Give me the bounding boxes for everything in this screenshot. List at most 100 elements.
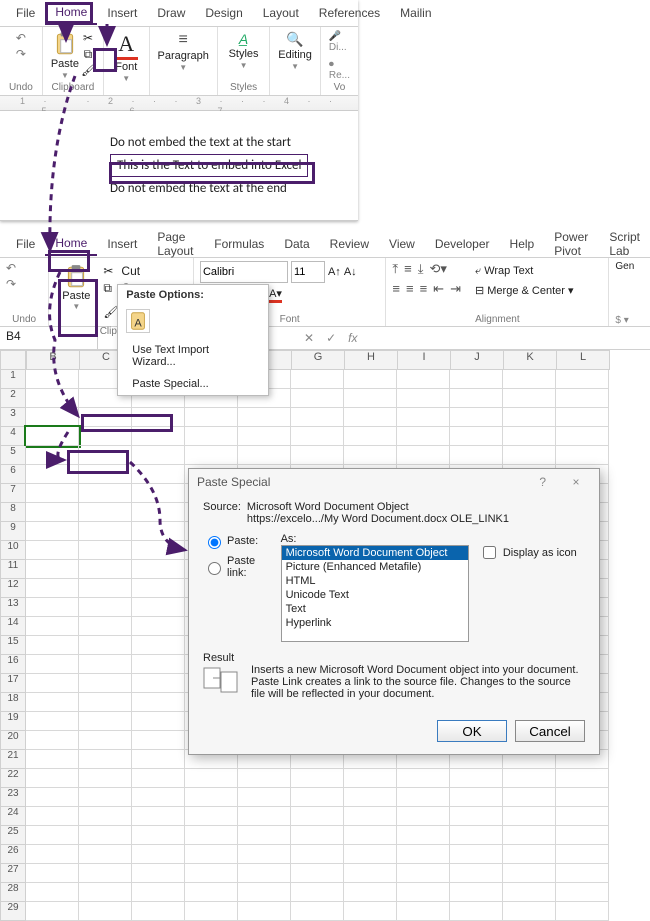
cell[interactable] (556, 845, 609, 864)
doc-line-3[interactable]: Do not embed the text at the end (110, 177, 358, 200)
column-header[interactable]: L (557, 350, 610, 370)
cell[interactable] (26, 541, 79, 560)
cell[interactable] (185, 446, 238, 465)
cell[interactable] (238, 446, 291, 465)
font-size-input[interactable] (291, 261, 325, 283)
align-bottom-icon[interactable]: ⤓ (418, 261, 424, 277)
row-header[interactable]: 7 (0, 484, 26, 503)
tab-insert[interactable]: Insert (97, 233, 147, 255)
paste-button[interactable]: Paste ▼ (55, 261, 97, 326)
cell[interactable] (26, 503, 79, 522)
tab-data[interactable]: Data (274, 233, 319, 255)
cell[interactable] (26, 750, 79, 769)
row-header[interactable]: 26 (0, 845, 26, 864)
cell[interactable] (132, 636, 185, 655)
enter-formula-icon[interactable]: ✓ (320, 331, 342, 345)
formula-bar-input[interactable] (363, 327, 650, 349)
cell[interactable] (344, 427, 397, 446)
as-listbox[interactable]: Microsoft Word Document Object Picture (… (281, 545, 469, 642)
cell[interactable] (79, 712, 132, 731)
cell[interactable] (26, 446, 79, 465)
align-left-icon[interactable]: ≡ (392, 281, 400, 297)
font-color-button[interactable]: A▾ (269, 287, 282, 303)
cell[interactable] (79, 826, 132, 845)
cell[interactable] (26, 522, 79, 541)
cell[interactable] (238, 807, 291, 826)
cell[interactable] (79, 636, 132, 655)
tab-review[interactable]: Review (320, 233, 379, 255)
cell[interactable] (503, 370, 556, 389)
cell[interactable] (79, 788, 132, 807)
tab-insert[interactable]: Insert (97, 2, 147, 24)
cell[interactable] (397, 883, 450, 902)
cell[interactable] (79, 750, 132, 769)
cell[interactable] (26, 579, 79, 598)
merge-center-button[interactable]: ⊟ Merge & Center ▾ (475, 284, 574, 297)
cell[interactable] (344, 446, 397, 465)
row-header[interactable]: 9 (0, 522, 26, 541)
help-icon[interactable]: ? (528, 475, 558, 489)
cell[interactable] (503, 769, 556, 788)
cell[interactable] (503, 807, 556, 826)
cell[interactable] (26, 674, 79, 693)
paste-button[interactable]: Paste ▼ (51, 31, 79, 80)
cell[interactable] (397, 446, 450, 465)
cell[interactable] (556, 902, 609, 921)
cell[interactable] (397, 389, 450, 408)
cell[interactable] (132, 674, 185, 693)
cell[interactable] (556, 408, 609, 427)
row-header[interactable]: 22 (0, 769, 26, 788)
cell[interactable] (556, 883, 609, 902)
list-item[interactable]: HTML (282, 574, 468, 588)
cell[interactable] (79, 522, 132, 541)
document-body[interactable]: Do not embed the text at the start This … (0, 111, 358, 220)
cell[interactable] (344, 389, 397, 408)
cell[interactable] (503, 446, 556, 465)
cell[interactable] (132, 560, 185, 579)
cell[interactable] (344, 864, 397, 883)
column-header[interactable]: H (345, 350, 398, 370)
cell[interactable] (26, 408, 79, 427)
cell[interactable] (503, 408, 556, 427)
tab-draw[interactable]: Draw (147, 2, 195, 24)
indent-inc-icon[interactable]: ⇥ (450, 281, 461, 297)
cell[interactable] (291, 826, 344, 845)
cell[interactable] (79, 408, 132, 427)
column-header[interactable]: G (292, 350, 345, 370)
cell[interactable] (132, 655, 185, 674)
cell[interactable] (344, 769, 397, 788)
cell[interactable] (397, 902, 450, 921)
redo-icon[interactable]: ↷ (16, 47, 26, 61)
cell[interactable] (79, 674, 132, 693)
cancel-button[interactable]: Cancel (515, 720, 585, 742)
cell[interactable] (132, 769, 185, 788)
cell[interactable] (291, 427, 344, 446)
column-header[interactable]: J (451, 350, 504, 370)
cell[interactable] (450, 769, 503, 788)
cell[interactable] (344, 788, 397, 807)
cell[interactable] (556, 370, 609, 389)
cell[interactable] (556, 864, 609, 883)
cell[interactable] (238, 864, 291, 883)
cell[interactable] (185, 788, 238, 807)
cancel-formula-icon[interactable]: ✕ (298, 331, 320, 345)
cell[interactable] (238, 826, 291, 845)
fx-icon[interactable]: fx (342, 331, 363, 345)
cell[interactable] (26, 693, 79, 712)
cell[interactable] (397, 845, 450, 864)
cell[interactable] (185, 902, 238, 921)
cell[interactable] (26, 598, 79, 617)
cell[interactable] (26, 427, 79, 446)
align-top-icon[interactable]: ⤒ (392, 261, 398, 277)
indent-dec-icon[interactable]: ⇤ (433, 281, 444, 297)
cell[interactable] (79, 807, 132, 826)
cell[interactable] (185, 845, 238, 864)
cell[interactable] (556, 788, 609, 807)
cell[interactable] (344, 826, 397, 845)
row-header[interactable]: 27 (0, 864, 26, 883)
row-header[interactable]: 5 (0, 446, 26, 465)
cell[interactable] (132, 465, 185, 484)
cell[interactable] (132, 693, 185, 712)
cell[interactable] (26, 788, 79, 807)
cell[interactable] (185, 408, 238, 427)
